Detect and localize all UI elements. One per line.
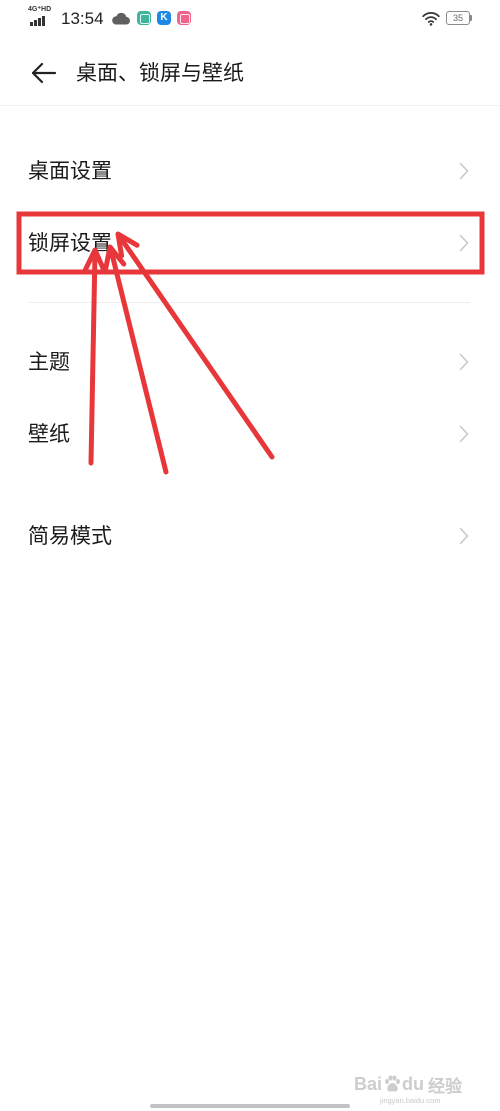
- page-title: 桌面、锁屏与壁纸: [76, 61, 244, 85]
- app-notification-icon: [137, 11, 151, 25]
- watermark: Bai du 经验 jingyan.baidu.com: [354, 1073, 480, 1107]
- app-notification-icon-2: [177, 11, 191, 25]
- section-divider: [28, 302, 470, 303]
- battery-level: 35: [452, 13, 463, 23]
- settings-item-theme[interactable]: 主题: [0, 326, 500, 398]
- wifi-icon: [422, 12, 440, 26]
- battery-icon: 35: [446, 11, 474, 25]
- settings-list: 桌面设置 锁屏设置 主题 壁纸 简易模式: [0, 106, 500, 572]
- network-label: 4G⁺HD: [28, 6, 52, 13]
- settings-item-wallpaper[interactable]: 壁纸: [0, 398, 500, 470]
- chevron-right-icon: [459, 527, 469, 545]
- settings-item-label: 主题: [28, 350, 70, 374]
- settings-section-3: 简易模式: [0, 500, 500, 572]
- battery-nub: [470, 15, 472, 21]
- settings-item-desktop[interactable]: 桌面设置: [0, 135, 500, 207]
- signal-bars-icon: [30, 16, 45, 26]
- watermark-brand-cn: 经验: [428, 1076, 463, 1097]
- k-app-icon: K: [157, 11, 171, 25]
- cloud-icon: [112, 12, 130, 25]
- baidu-paw-icon: [385, 1075, 401, 1092]
- back-button[interactable]: [30, 62, 58, 84]
- chevron-right-icon: [459, 353, 469, 371]
- settings-item-label: 桌面设置: [28, 159, 112, 183]
- settings-section-1: 桌面设置 锁屏设置: [0, 106, 500, 279]
- chevron-right-icon: [459, 234, 469, 252]
- clock: 13:54: [61, 9, 104, 28]
- network-indicator: 4G⁺HD: [28, 6, 56, 28]
- watermark-brand: Bai du 经验: [354, 1073, 463, 1097]
- chevron-right-icon: [459, 425, 469, 443]
- settings-item-lockscreen[interactable]: 锁屏设置: [0, 207, 500, 279]
- back-arrow-icon: [31, 62, 57, 84]
- settings-item-label: 简易模式: [28, 524, 112, 548]
- watermark-brand-left: Bai: [354, 1073, 383, 1094]
- watermark-url: jingyan.baidu.com: [380, 1096, 441, 1105]
- settings-item-label: 壁纸: [28, 422, 70, 446]
- settings-item-simple-mode[interactable]: 简易模式: [0, 500, 500, 572]
- status-bar: 4G⁺HD 13:54 K 35: [0, 0, 500, 36]
- settings-item-label: 锁屏设置: [28, 231, 112, 255]
- watermark-brand-right: du: [402, 1073, 425, 1094]
- settings-section-2: 主题 壁纸: [0, 326, 500, 470]
- chevron-right-icon: [459, 162, 469, 180]
- home-indicator[interactable]: [150, 1104, 350, 1108]
